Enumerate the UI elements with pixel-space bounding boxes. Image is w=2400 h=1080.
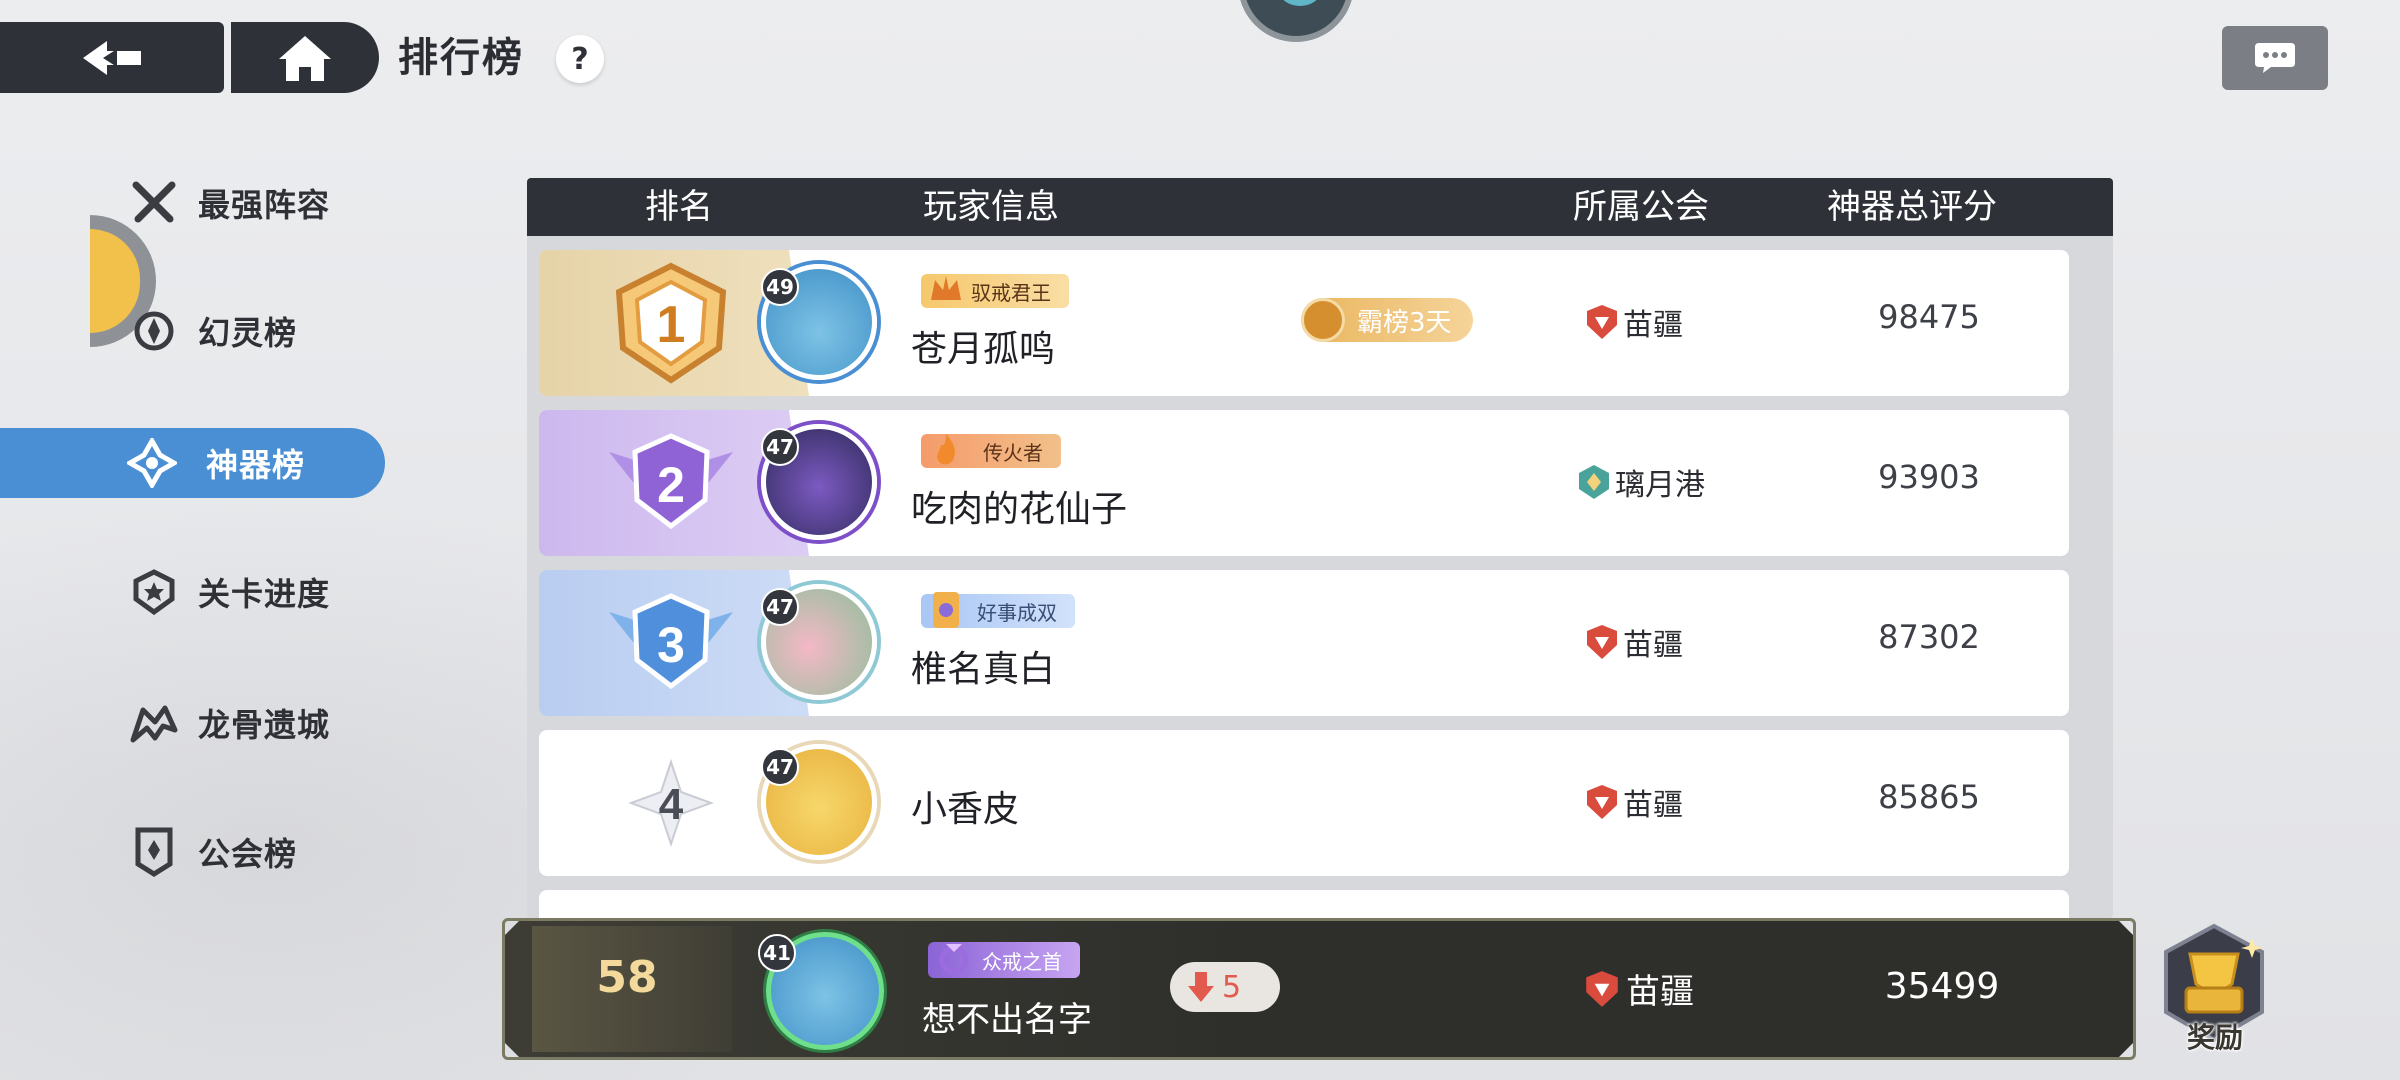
crossed-swords-icon: [128, 177, 180, 229]
help-button[interactable]: ?: [556, 35, 604, 83]
dragon-icon: [128, 697, 180, 749]
player-name: 椎名真白: [911, 649, 1056, 690]
guild-crest-icon: [1587, 625, 1617, 659]
header-score: 神器总评分: [1827, 187, 1997, 227]
level-badge: 49: [761, 268, 799, 306]
ring-icon: [939, 944, 969, 975]
score-value: 85865: [1878, 778, 1980, 816]
sidebar-item-dragon-ruins[interactable]: 龙骨遗城: [0, 688, 385, 758]
rank-number: 4: [659, 780, 684, 829]
title-text: 好事成双: [977, 600, 1057, 625]
player-name: 吃肉的花仙子: [911, 489, 1128, 530]
flame-icon: [937, 434, 955, 465]
sidebar-item-artifact-rank[interactable]: 神器榜: [0, 428, 385, 498]
guild-name: 苗疆: [1623, 308, 1683, 343]
level-badge: 47: [761, 748, 799, 786]
streak-badge: 霸榜3天: [1301, 298, 1473, 342]
table-row[interactable]: 1 49 驭戒君王 苍月孤鸣 霸榜3天 苗疆 98475: [539, 250, 2069, 396]
guild-cell: 苗疆: [1585, 778, 1683, 826]
top-medal-icon: [1238, 0, 1354, 42]
rank-number: 3: [657, 617, 685, 673]
leaderboard-table: 排名 玩家信息 所属公会 神器总评分 1 49 驭戒君王 苍月孤鸣 霸榜3天 苗…: [527, 178, 2113, 918]
my-rank-row[interactable]: 58 41 众戒之首 想不出名字 5 苗疆 35499: [502, 918, 2136, 1060]
title-badge: 好事成双: [921, 592, 1075, 628]
player-name: 苍月孤鸣: [911, 329, 1056, 370]
guild-crest-icon: [1587, 785, 1617, 819]
table-row[interactable]: [539, 890, 2069, 918]
sidebar-item-stage-progress[interactable]: 关卡进度: [0, 557, 385, 627]
header-player: 玩家信息: [923, 187, 1059, 227]
score-value: 98475: [1878, 298, 1980, 336]
score-value: 93903: [1878, 458, 1980, 496]
guild-name: 璃月港: [1615, 468, 1705, 503]
guild-cell: 苗疆: [1585, 298, 1683, 346]
header-guild: 所属公会: [1573, 187, 1709, 227]
sidebar-item-label: 公会榜: [198, 835, 298, 873]
title-text: 驭戒君王: [971, 280, 1051, 305]
back-button[interactable]: [0, 22, 224, 93]
guild-name: 苗疆: [1623, 628, 1683, 663]
level-badge: 47: [761, 588, 799, 626]
level-badge: 47: [761, 428, 799, 466]
gold-rank-badge-icon: 1: [615, 262, 727, 384]
guild-crest-icon: [1586, 970, 1618, 1007]
title-text: 众戒之首: [982, 949, 1062, 974]
sidebar-item-label: 幻灵榜: [198, 314, 298, 352]
my-title-badge: 众戒之首: [928, 942, 1080, 978]
table-header: 排名 玩家信息 所属公会 神器总评分: [527, 178, 2113, 236]
guild-crest-icon: [1587, 305, 1617, 339]
title-text: 传火者: [983, 440, 1043, 465]
sidebar-item-strongest-lineup[interactable]: 最强阵容: [0, 168, 385, 238]
card-icon: [933, 592, 959, 628]
table-row[interactable]: 2 47 传火者 吃肉的花仙子 璃月港 93903: [539, 410, 2069, 556]
reward-label[interactable]: 奖励: [2170, 1016, 2260, 1056]
home-icon: [279, 35, 331, 81]
banner-icon: [128, 826, 180, 878]
trophy-icon: [1301, 298, 1345, 342]
my-guild-cell: 苗疆: [1584, 964, 1694, 1013]
guild-name: 苗疆: [1623, 788, 1683, 823]
rank-number: 2: [657, 457, 685, 513]
back-arrow-icon: [83, 40, 141, 75]
artifact-icon: [126, 437, 178, 489]
crown-icon: [931, 276, 961, 300]
rank-number: 1: [657, 296, 686, 354]
header-rank: 排名: [645, 187, 713, 227]
streak-text: 霸榜3天: [1357, 307, 1452, 338]
rank-star-icon: 4: [628, 758, 714, 848]
rank-change-badge: 5: [1170, 962, 1280, 1012]
sidebar-item-guild-rank[interactable]: 公会榜: [0, 817, 385, 887]
chat-bubble-icon: [2255, 43, 2295, 73]
player-name: 小香皮: [911, 789, 1020, 830]
my-level-badge: 41: [758, 934, 796, 972]
sidebar-item-label: 神器榜: [206, 446, 306, 484]
my-rank-number: 58: [596, 952, 658, 1003]
down-arrow-icon: [1188, 972, 1214, 1002]
guild-cell: 璃月港: [1577, 458, 1705, 506]
guild-crest-icon: [1579, 465, 1609, 499]
score-value: 87302: [1878, 618, 1980, 656]
guild-name: 苗疆: [1626, 972, 1694, 1012]
my-player-name: 想不出名字: [922, 1000, 1092, 1040]
table-row[interactable]: 4 47 小香皮 苗疆 85865: [539, 730, 2069, 876]
table-row[interactable]: 3 47 好事成双 椎名真白 苗疆 87302: [539, 570, 2069, 716]
title-badge: 传火者: [921, 434, 1061, 468]
rank-change-value: 5: [1222, 969, 1242, 1005]
sidebar-item-spirit-rank[interactable]: 幻灵榜: [0, 296, 385, 366]
spirit-icon: [128, 305, 180, 357]
title-badge: 驭戒君王: [921, 274, 1069, 308]
my-score-value: 35499: [1884, 966, 2000, 1007]
home-button[interactable]: [231, 22, 379, 93]
page-title: 排行榜: [398, 35, 524, 81]
sidebar-item-label: 最强阵容: [198, 186, 331, 224]
silver-rank-badge-icon: 2: [609, 433, 733, 530]
chat-button[interactable]: [2222, 26, 2328, 90]
sidebar-item-label: 龙骨遗城: [198, 706, 331, 744]
sidebar-item-label: 关卡进度: [198, 575, 331, 613]
star-shield-icon: [128, 566, 180, 618]
guild-cell: 苗疆: [1585, 618, 1683, 666]
bronze-rank-badge-icon: 3: [609, 593, 733, 690]
